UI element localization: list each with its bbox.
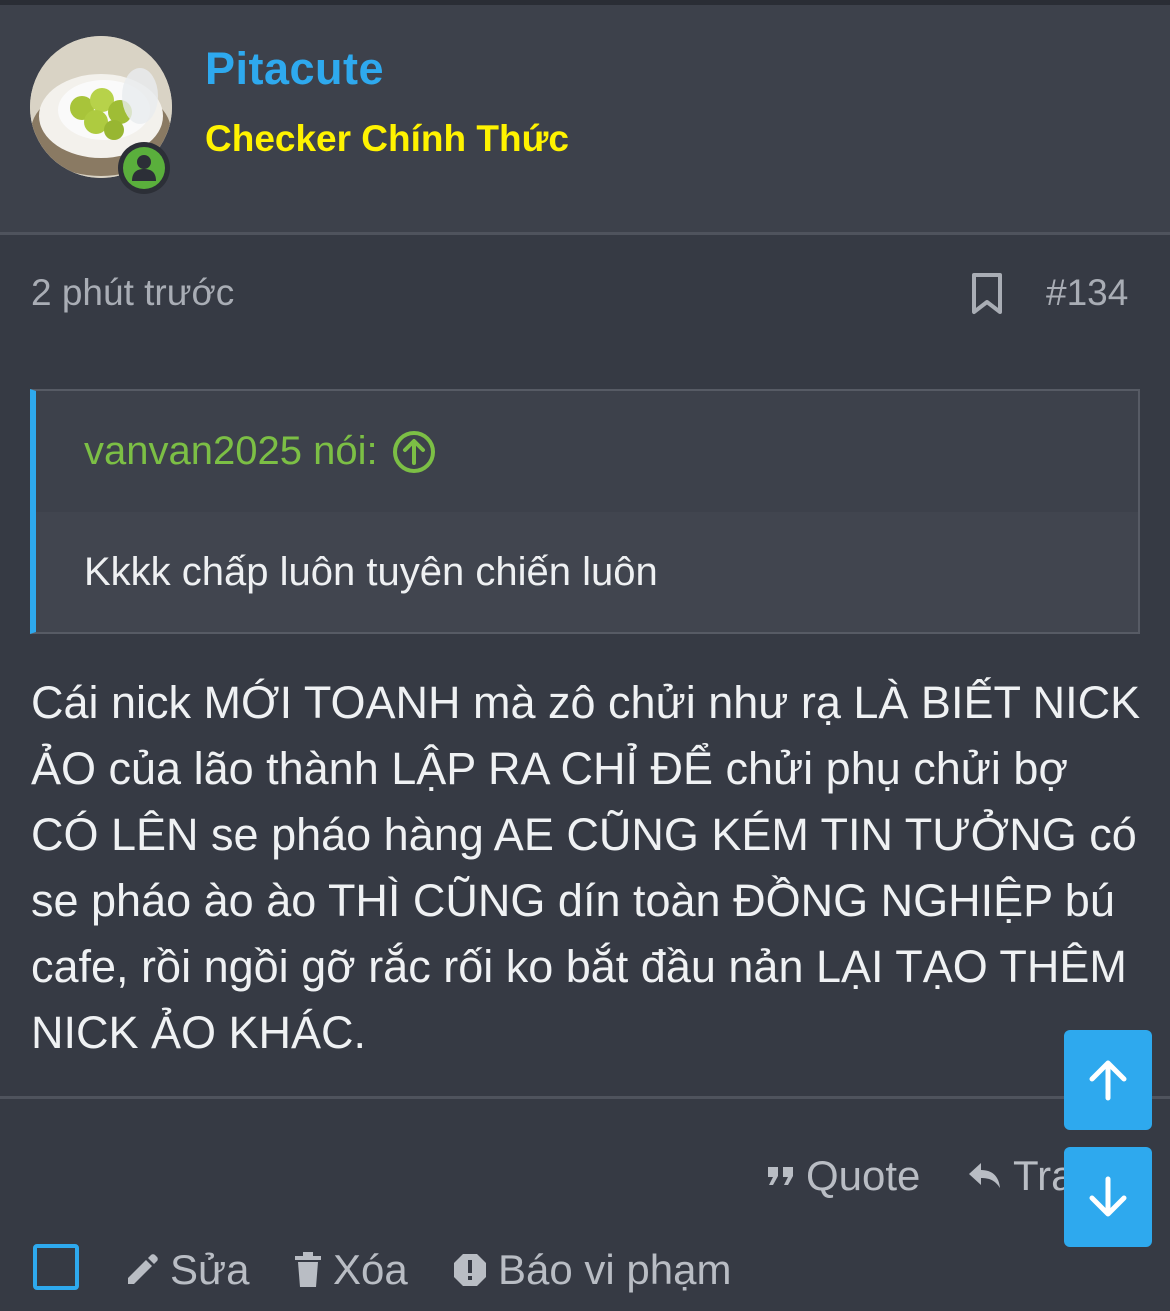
pencil-icon bbox=[128, 1254, 158, 1284]
user-title: Checker Chính Thức bbox=[205, 118, 569, 159]
quote-header[interactable]: vanvan2025 nói: bbox=[36, 391, 1138, 512]
quote-label: Quote bbox=[806, 1152, 921, 1199]
quote-block: vanvan2025 nói: Kkkk chấp luôn tuyên chi… bbox=[30, 389, 1140, 634]
report-label: Báo vi phạm bbox=[498, 1246, 732, 1293]
delete-label: Xóa bbox=[333, 1246, 408, 1293]
select-post-checkbox[interactable] bbox=[33, 1244, 79, 1290]
quote-text: Kkkk chấp luôn tuyên chiến luôn bbox=[36, 512, 1138, 632]
post-footer-divider bbox=[0, 1096, 1170, 1099]
edit-label: Sửa bbox=[170, 1246, 250, 1293]
alert-octagon-icon bbox=[454, 1254, 486, 1286]
quote-button[interactable]: Quote bbox=[766, 1152, 920, 1200]
delete-button[interactable]: Xóa bbox=[293, 1246, 408, 1294]
post-timestamp[interactable]: 2 phút trước bbox=[31, 272, 234, 314]
post-user-header: Pitacute Checker Chính Thức bbox=[0, 5, 1170, 235]
edit-button[interactable]: Sửa bbox=[124, 1246, 250, 1294]
post-number[interactable]: #134 bbox=[1046, 272, 1128, 314]
arrow-up-circle-icon[interactable] bbox=[392, 430, 436, 474]
scroll-to-bottom-button[interactable] bbox=[1064, 1147, 1152, 1247]
username[interactable]: Pitacute bbox=[205, 43, 384, 95]
arrow-down-icon bbox=[1089, 1176, 1127, 1217]
post-message: Cái nick MỚI TOANH mà zô chửi như rạ LÀ … bbox=[31, 677, 1141, 1058]
online-status-badge bbox=[118, 142, 170, 194]
bookmark-icon[interactable] bbox=[970, 272, 1004, 316]
scroll-to-top-button[interactable] bbox=[1064, 1030, 1152, 1130]
reply-button[interactable]: Tra bbox=[967, 1152, 1074, 1200]
reply-icon bbox=[969, 1163, 1000, 1188]
quote-author[interactable]: vanvan2025 nói: bbox=[84, 429, 378, 474]
trash-icon bbox=[295, 1252, 321, 1287]
quote-icon bbox=[768, 1167, 793, 1185]
user-online-icon bbox=[132, 155, 156, 181]
arrow-up-icon bbox=[1089, 1060, 1127, 1101]
report-button[interactable]: Báo vi phạm bbox=[452, 1246, 731, 1294]
